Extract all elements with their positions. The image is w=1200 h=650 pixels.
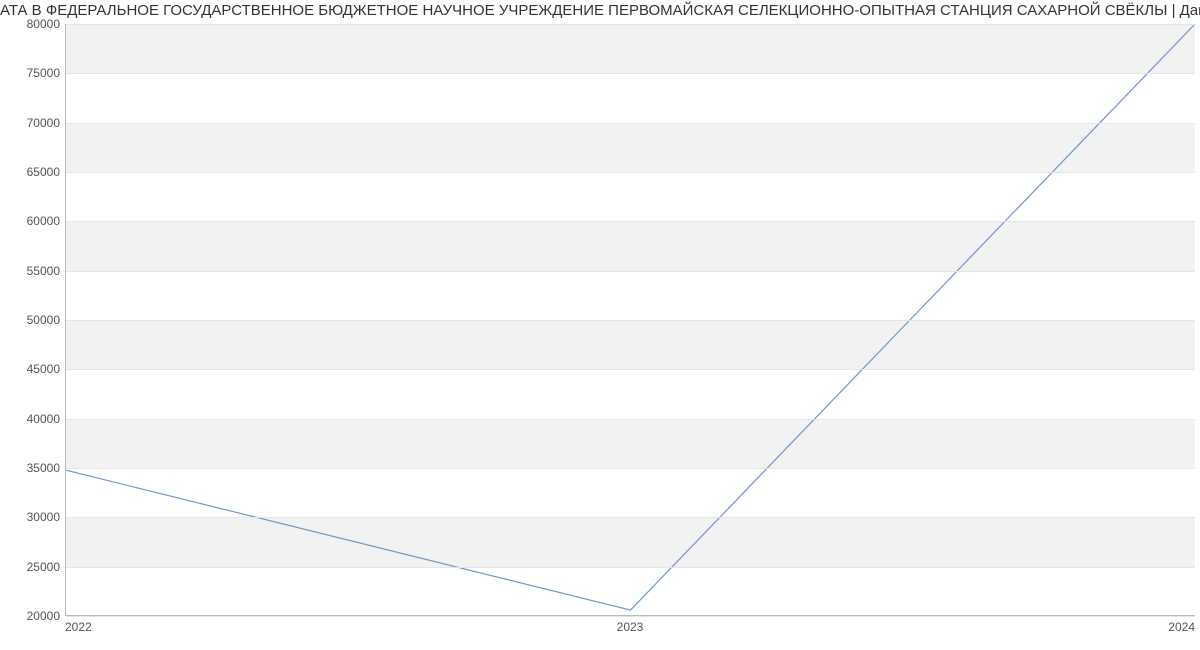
y-tick-label: 25000 [0, 560, 60, 574]
plot-area [65, 24, 1195, 616]
y-gridline [66, 123, 1195, 124]
y-gridline [66, 567, 1195, 568]
y-tick-label: 45000 [0, 362, 60, 376]
y-tick-label: 50000 [0, 313, 60, 327]
y-tick-label: 35000 [0, 461, 60, 475]
y-gridline [66, 221, 1195, 222]
y-gridline [66, 616, 1195, 617]
y-tick-label: 20000 [0, 609, 60, 623]
y-gridline [66, 320, 1195, 321]
y-gridline [66, 172, 1195, 173]
y-gridline [66, 24, 1195, 25]
x-tick-label: 2023 [617, 620, 644, 634]
y-tick-label: 40000 [0, 412, 60, 426]
x-tick-label: 2024 [1168, 620, 1195, 634]
x-tick-label: 2022 [65, 620, 92, 634]
y-tick-label: 55000 [0, 264, 60, 278]
y-tick-label: 60000 [0, 214, 60, 228]
y-gridline [66, 73, 1195, 74]
y-gridline [66, 468, 1195, 469]
chart-container: АТА В ФЕДЕРАЛЬНОЕ ГОСУДАРСТВЕННОЕ БЮДЖЕТ… [0, 0, 1200, 650]
y-tick-label: 75000 [0, 66, 60, 80]
y-tick-label: 30000 [0, 510, 60, 524]
y-gridline [66, 517, 1195, 518]
series-line [66, 24, 1195, 610]
y-tick-label: 65000 [0, 165, 60, 179]
y-gridline [66, 369, 1195, 370]
y-gridline [66, 419, 1195, 420]
y-tick-label: 70000 [0, 116, 60, 130]
chart-title: АТА В ФЕДЕРАЛЬНОЕ ГОСУДАРСТВЕННОЕ БЮДЖЕТ… [0, 0, 1200, 19]
y-gridline [66, 271, 1195, 272]
y-tick-label: 80000 [0, 17, 60, 31]
